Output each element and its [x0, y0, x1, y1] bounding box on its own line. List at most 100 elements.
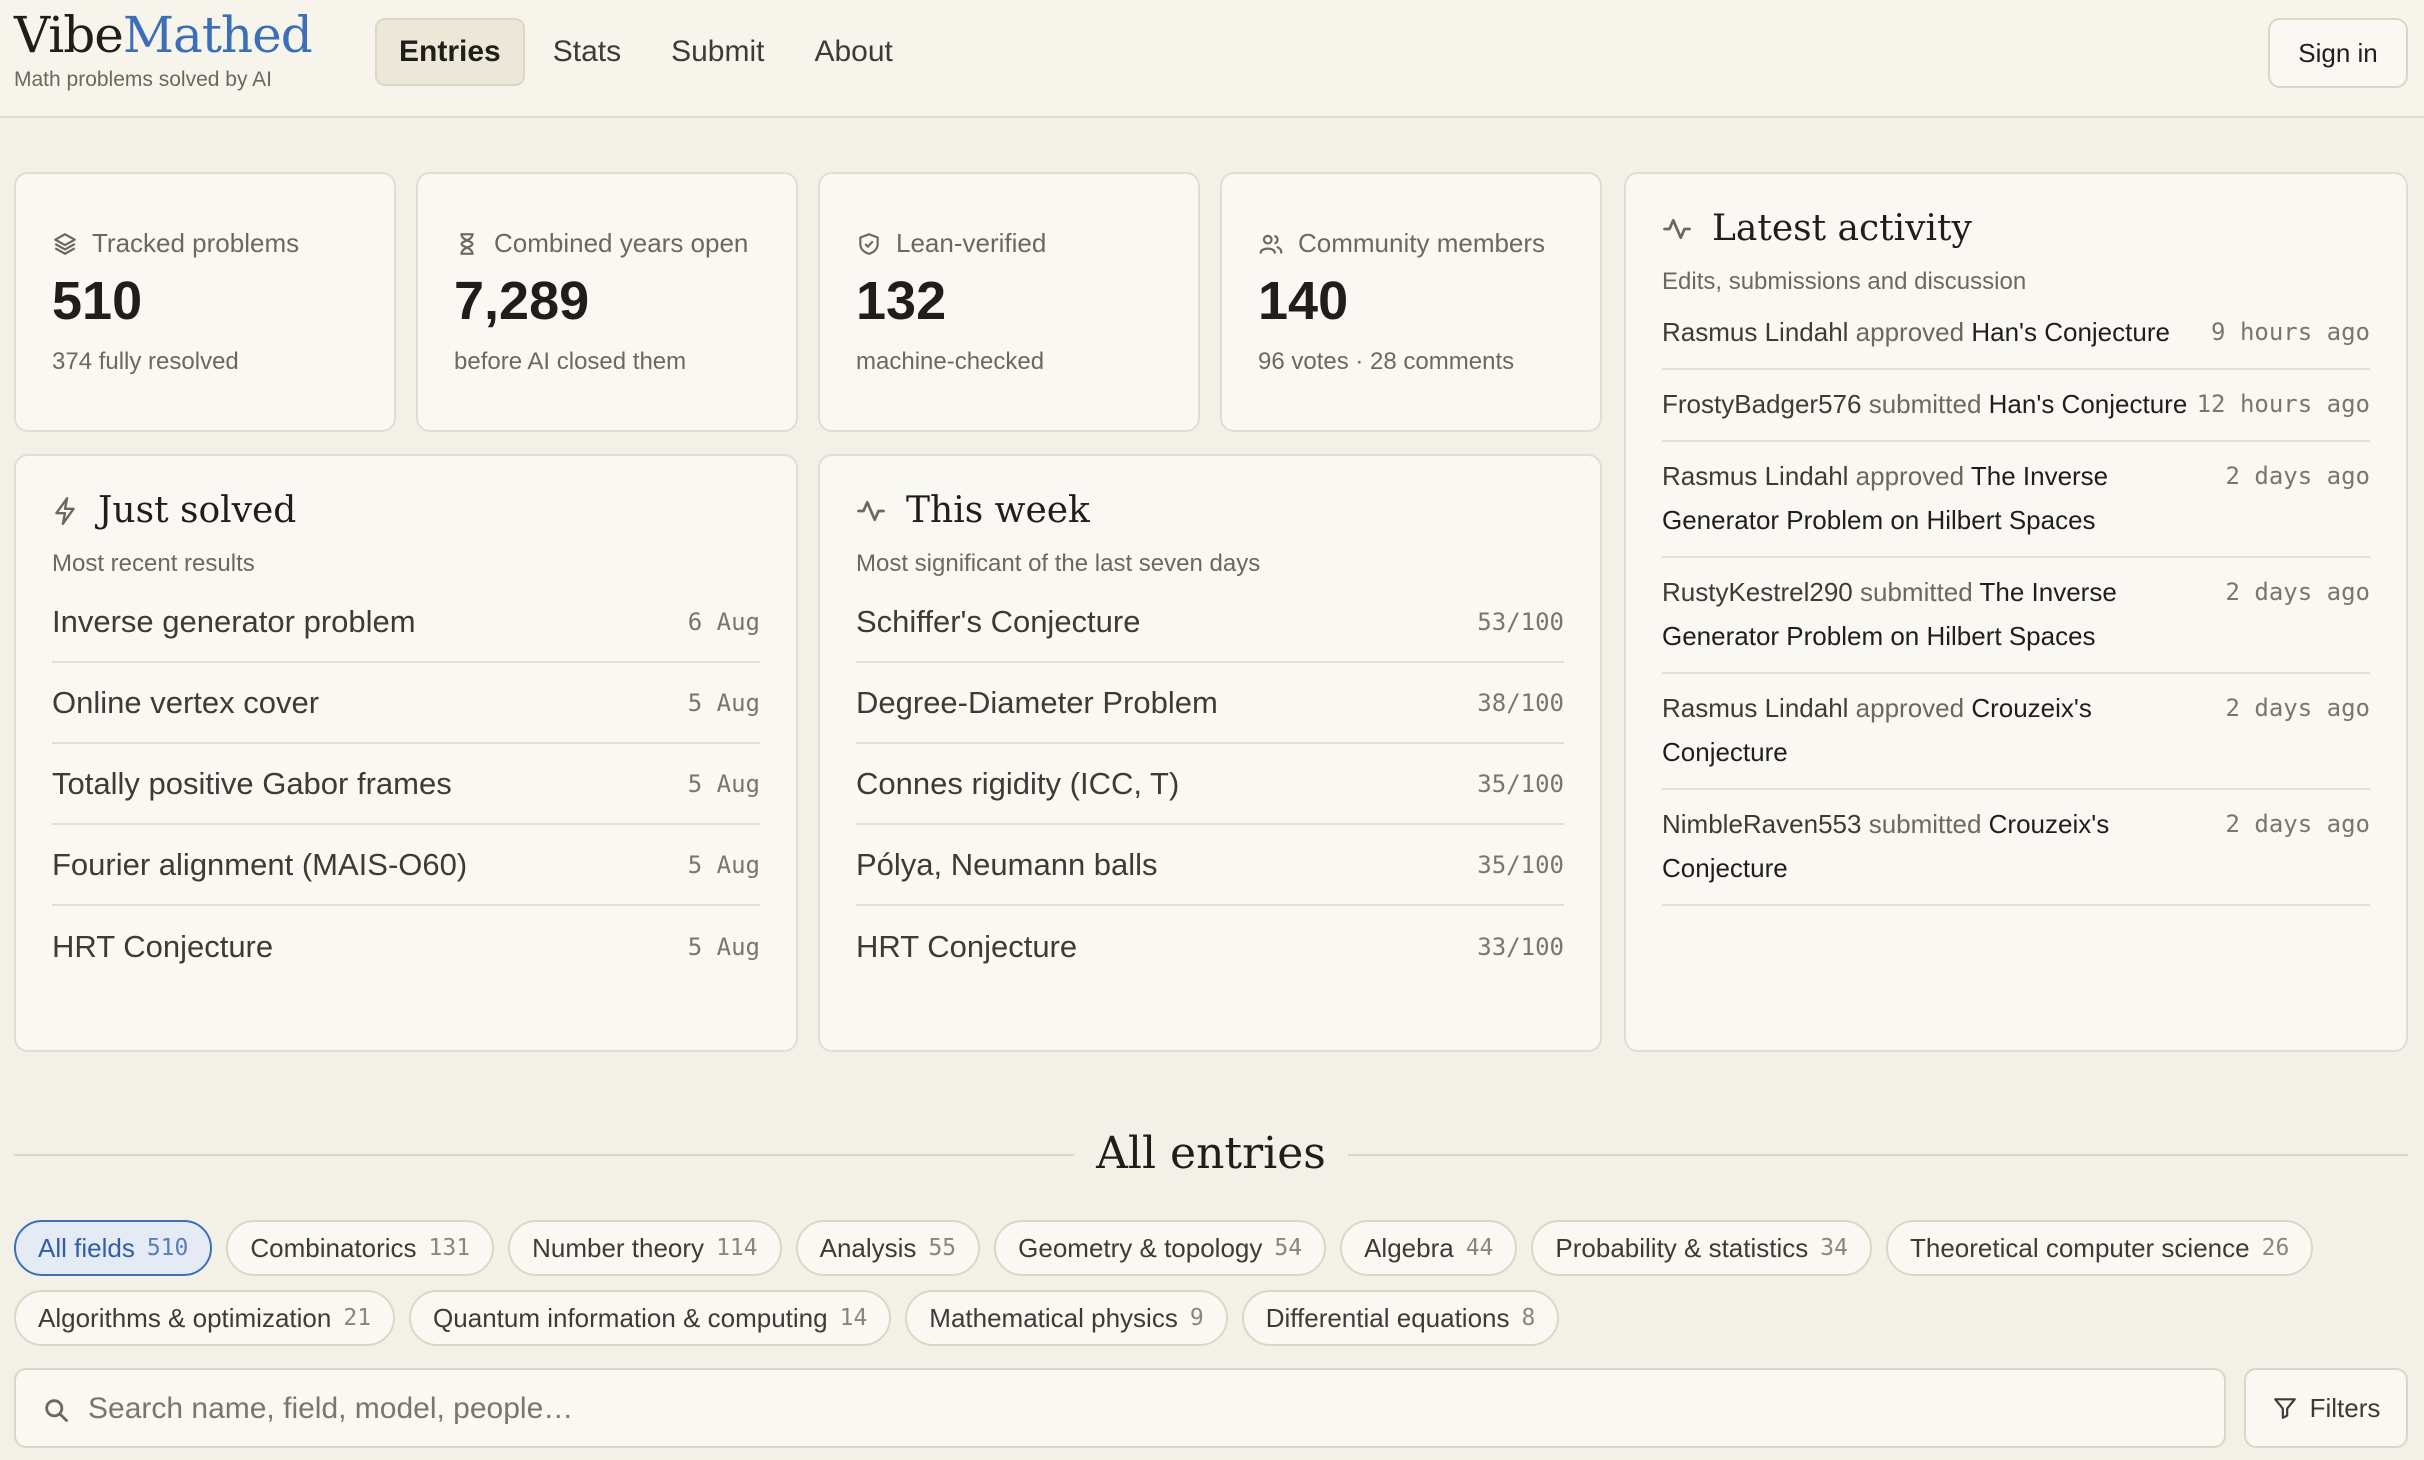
- item-score: 38/100: [1477, 688, 1564, 717]
- item-name: Degree-Diameter Problem: [856, 684, 1218, 720]
- list-item[interactable]: Degree-Diameter Problem 38/100: [856, 663, 1564, 744]
- search-box: [14, 1368, 2226, 1448]
- panel-title: This week: [856, 490, 1090, 531]
- chip-count: 26: [2261, 1235, 2290, 1261]
- activity-target[interactable]: Han's Conjecture: [1989, 389, 2188, 419]
- chip-all-fields[interactable]: All fields 510: [14, 1220, 213, 1276]
- item-name: HRT Conjecture: [856, 928, 1078, 964]
- chip-geometry-topology[interactable]: Geometry & topology 54: [994, 1220, 1327, 1276]
- latest-activity-panel: Latest activity Edits, submissions and d…: [1624, 172, 2408, 1052]
- list-item[interactable]: Inverse generator problem 6 Aug: [52, 582, 760, 663]
- chip-count: 54: [1274, 1235, 1303, 1261]
- item-name: Fourier alignment (MAIS-O60): [52, 846, 468, 882]
- chip-algorithms-optimization[interactable]: Algorithms & optimization 21: [14, 1290, 396, 1346]
- activity-item[interactable]: Rasmus Lindahl approved Crouzeix's Conje…: [1662, 674, 2370, 790]
- chip-algebra[interactable]: Algebra 44: [1340, 1220, 1518, 1276]
- list-item[interactable]: HRT Conjecture 33/100: [856, 906, 1564, 987]
- activity-time: 12 hours ago: [2196, 390, 2370, 418]
- activity-text: Rasmus Lindahl approved Crouzeix's Conje…: [1662, 686, 2202, 774]
- item-score: 53/100: [1477, 607, 1564, 636]
- stat-sub: 374 fully resolved: [52, 348, 239, 375]
- activity-user[interactable]: RustyKestrel290: [1662, 577, 1853, 607]
- chip-combinatorics[interactable]: Combinatorics 131: [226, 1220, 495, 1276]
- activity-user[interactable]: NimbleRaven553: [1662, 809, 1861, 839]
- chip-theoretical-cs[interactable]: Theoretical computer science 26: [1885, 1220, 2314, 1276]
- activity-verb: submitted: [1860, 577, 1973, 607]
- chip-count: 114: [716, 1235, 758, 1261]
- activity-verb: submitted: [1868, 389, 1982, 419]
- logo[interactable]: VibeMathed: [14, 4, 313, 66]
- this-week-list: Schiffer's Conjecture 53/100 Degree-Diame…: [856, 582, 1564, 987]
- activity-item[interactable]: RustyKestrel290 submitted The Inverse Ge…: [1662, 558, 2370, 674]
- stat-label: Lean-verified: [856, 228, 1046, 259]
- stat-label-text: Lean-verified: [896, 228, 1047, 258]
- chip-count: 34: [1820, 1235, 1848, 1261]
- activity-target[interactable]: Han's Conjecture: [1971, 317, 2170, 347]
- shield-check-icon: [859, 232, 879, 255]
- list-item[interactable]: Fourier alignment (MAIS-O60) 5 Aug: [52, 825, 760, 906]
- stat-label: Combined years open: [454, 228, 748, 259]
- stat-label-text: Combined years open: [494, 228, 749, 258]
- list-item[interactable]: Pólya, Neumann balls 35/100: [856, 825, 1564, 906]
- chip-mathematical-physics[interactable]: Mathematical physics 9: [905, 1290, 1228, 1346]
- item-date: 5 Aug: [687, 850, 760, 879]
- stat-value: 7,289: [454, 271, 590, 331]
- activity-text: NimbleRaven553 submitted Crouzeix's Conj…: [1662, 802, 2202, 890]
- item-date: 5 Aug: [687, 688, 760, 717]
- chip-label: Analysis: [819, 1232, 917, 1263]
- item-name: Connes rigidity (ICC, T): [856, 765, 1180, 801]
- item-date: 5 Aug: [687, 769, 760, 798]
- activity-icon: [857, 500, 885, 521]
- filters-button[interactable]: Filters: [2244, 1368, 2408, 1448]
- activity-item[interactable]: Rasmus Lindahl approved Han's Conjecture…: [1662, 298, 2370, 370]
- chip-count: 55: [928, 1235, 957, 1261]
- activity-icon: [1663, 218, 1691, 239]
- nav-entries[interactable]: Entries: [375, 18, 525, 86]
- activity-user[interactable]: FrostyBadger576: [1662, 389, 1861, 419]
- sign-in-button[interactable]: Sign in: [2268, 18, 2408, 88]
- stat-card-years: Combined years open 7,289 before AI clos…: [416, 172, 798, 432]
- nav-submit[interactable]: Submit: [649, 18, 786, 86]
- stat-label-text: Tracked problems: [92, 228, 300, 258]
- activity-user[interactable]: Rasmus Lindahl: [1662, 317, 1848, 347]
- list-item[interactable]: HRT Conjecture 5 Aug: [52, 906, 760, 987]
- activity-user[interactable]: Rasmus Lindahl: [1662, 461, 1848, 491]
- just-solved-panel: Just solved Most recent results Inverse …: [14, 454, 798, 1052]
- chip-label: Algorithms & optimization: [38, 1302, 332, 1333]
- stat-value: 140: [1258, 271, 1349, 331]
- main-nav: Entries Stats Submit About: [375, 18, 915, 86]
- list-item[interactable]: Schiffer's Conjecture 53/100: [856, 582, 1564, 663]
- chip-label: Geometry & topology: [1018, 1232, 1263, 1263]
- divider: [14, 1154, 1074, 1156]
- chip-probability-statistics[interactable]: Probability & statistics 34: [1531, 1220, 1872, 1276]
- filter-icon: [2273, 1398, 2296, 1419]
- chip-number-theory[interactable]: Number theory 114: [508, 1220, 782, 1276]
- nav-about[interactable]: About: [792, 18, 914, 86]
- list-item[interactable]: Online vertex cover 5 Aug: [52, 663, 760, 744]
- activity-user[interactable]: Rasmus Lindahl: [1662, 693, 1848, 723]
- chip-label: Probability & statistics: [1555, 1232, 1809, 1263]
- item-date: 6 Aug: [687, 607, 760, 636]
- activity-time: 9 hours ago: [2211, 318, 2370, 346]
- chip-label: Quantum information & computing: [433, 1302, 828, 1333]
- stat-sub: machine-checked: [856, 348, 1045, 375]
- list-item[interactable]: Totally positive Gabor frames 5 Aug: [52, 744, 760, 825]
- all-entries-heading: All entries: [0, 1120, 2424, 1190]
- panel-subtitle: Edits, submissions and discussion: [1662, 268, 2027, 295]
- chip-analysis[interactable]: Analysis 55: [795, 1220, 981, 1276]
- chip-label: Differential equations: [1265, 1302, 1510, 1333]
- nav-stats[interactable]: Stats: [531, 18, 643, 86]
- activity-item[interactable]: NimbleRaven553 submitted Crouzeix's Conj…: [1662, 790, 2370, 906]
- panel-subtitle: Most significant of the last seven days: [856, 550, 1261, 577]
- search-input[interactable]: [86, 1384, 2190, 1434]
- stat-card-community: Community members 140 96 votes · 28 comm…: [1220, 172, 1602, 432]
- activity-item[interactable]: FrostyBadger576 submitted Han's Conjectu…: [1662, 370, 2370, 442]
- chip-label: Algebra: [1364, 1232, 1454, 1263]
- activity-item[interactable]: Rasmus Lindahl approved The Inverse Gene…: [1662, 442, 2370, 558]
- list-item[interactable]: Connes rigidity (ICC, T) 35/100: [856, 744, 1564, 825]
- chip-label: All fields: [38, 1232, 135, 1263]
- chip-differential-equations[interactable]: Differential equations 8: [1241, 1290, 1560, 1346]
- chip-quantum[interactable]: Quantum information & computing 14: [409, 1290, 892, 1346]
- activity-text: FrostyBadger576 submitted Han's Conjectu…: [1662, 382, 2197, 426]
- just-solved-title: Just solved: [98, 490, 297, 531]
